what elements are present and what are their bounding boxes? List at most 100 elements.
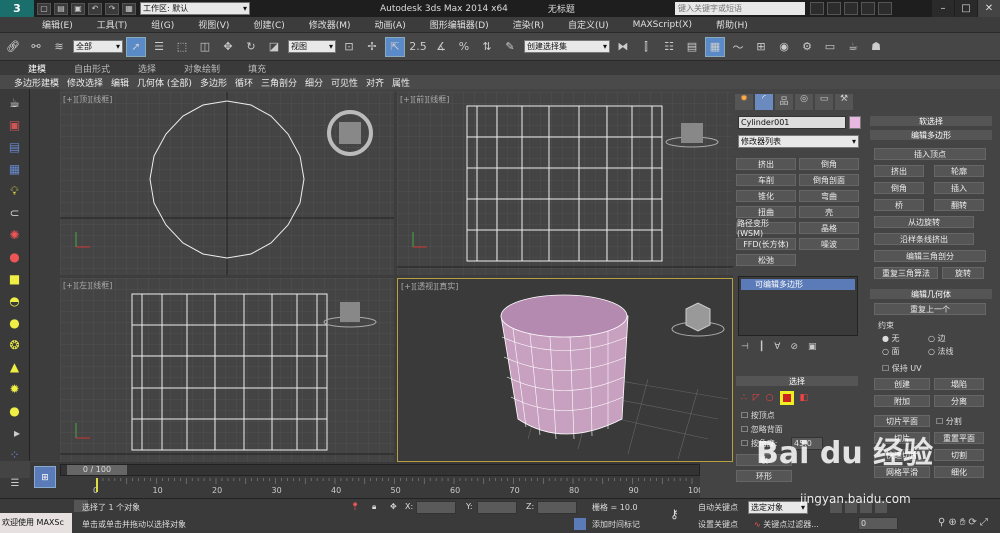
grid-panel-icon[interactable]: ▦ <box>6 161 24 177</box>
viewport-top[interactable]: [+][顶][线框] <box>60 92 394 275</box>
percent-snap-icon[interactable]: % <box>454 37 474 57</box>
modify-tab-icon[interactable]: ◜ <box>755 94 773 110</box>
mod-extrude-button[interactable]: 挤出 <box>736 158 796 170</box>
lock-icon[interactable]: 🔒︎ <box>372 502 376 512</box>
outline-button[interactable]: 轮廓 <box>934 165 984 177</box>
edit-polygons-header[interactable]: 编辑多边形 <box>870 130 992 140</box>
menu-help[interactable]: 帮助(H) <box>704 18 760 31</box>
geosphere-icon[interactable]: ✹ <box>6 381 24 397</box>
named-selection-dropdown[interactable]: 创建选择集 <box>524 40 610 53</box>
ribbon-loops[interactable]: 循环 <box>231 76 257 89</box>
menu-modifiers[interactable]: 修改器(M) <box>297 18 363 31</box>
window-crossing-icon[interactable]: ◫ <box>195 37 215 57</box>
minimize-icon[interactable]: – <box>932 0 954 17</box>
help-icon[interactable] <box>878 2 892 15</box>
make-unique-icon[interactable]: ∀ <box>774 342 780 354</box>
mod-bevel-profile-button[interactable]: 倒角剖面 <box>799 174 859 186</box>
cone-icon[interactable]: ▲ <box>6 359 24 375</box>
retriangulate-button[interactable]: 重复三角算法 <box>874 267 938 279</box>
save-icon[interactable]: ▣ <box>71 2 85 15</box>
mod-shell-button[interactable]: 壳 <box>799 206 859 218</box>
mod-noise-button[interactable]: 噪波 <box>799 238 859 250</box>
turn-button[interactable]: 旋转 <box>942 267 984 279</box>
key-mode-dropdown[interactable]: 选定对象 <box>748 501 808 514</box>
ribbon-edit[interactable]: 编辑 <box>107 76 133 89</box>
ribbon-tab-populate[interactable]: 填充 <box>234 62 280 75</box>
utilities-tab-icon[interactable]: ⚒ <box>835 94 853 110</box>
ribbon-tab-modeling[interactable]: 建模 <box>14 62 60 75</box>
mod-taper-button[interactable]: 锥化 <box>736 190 796 202</box>
ribbon-visibility[interactable]: 可见性 <box>327 76 362 89</box>
edit-geometry-header[interactable]: 编辑几何体 <box>870 289 992 299</box>
sphere-red-icon[interactable]: ● <box>6 249 24 265</box>
favorites-icon[interactable] <box>861 2 875 15</box>
zoom-icon[interactable]: ⚲ <box>938 517 945 528</box>
stack-item-editable-poly[interactable]: 可编辑多边形 <box>741 279 855 290</box>
ribbon-tab-selection[interactable]: 选择 <box>124 62 170 75</box>
sphere-yellow-icon[interactable]: ● <box>6 315 24 331</box>
ribbon-tab-freeform[interactable]: 自由形式 <box>60 62 124 75</box>
box-yellow-icon[interactable]: ■ <box>6 271 24 287</box>
menu-animation[interactable]: 动画(A) <box>363 18 418 31</box>
select-manipulate-icon[interactable]: ⇱ <box>385 36 405 57</box>
align-icon[interactable]: ⫿ <box>636 37 656 57</box>
ref-coord-dropdown[interactable]: 视图 <box>288 40 336 53</box>
viewcube-persp[interactable] <box>671 302 725 337</box>
curve-editor-icon[interactable]: 〜 <box>728 37 748 57</box>
maxscript-listener[interactable]: 欢迎使用 MAXSc <box>0 513 72 533</box>
polygon-mode-icon[interactable] <box>779 391 794 405</box>
disc-icon[interactable]: ● <box>6 403 24 419</box>
menu-edit[interactable]: 编辑(E) <box>30 18 85 31</box>
transform-type-icon[interactable]: ✥ <box>390 502 397 511</box>
mod-twist-button[interactable]: 扭曲 <box>736 206 796 218</box>
menu-views[interactable]: 视图(V) <box>186 18 241 31</box>
scale-icon[interactable]: ◪ <box>264 37 284 57</box>
spinner-snap-icon[interactable]: ⇅ <box>477 37 497 57</box>
selection-rollout-header[interactable]: 选择 <box>736 376 858 386</box>
link-icon[interactable]: 🔗︎ <box>3 37 23 57</box>
menu-graph-editors[interactable]: 图形编辑器(D) <box>418 18 501 31</box>
maximize-icon[interactable]: □ <box>955 0 977 17</box>
ribbon-poly-modeling[interactable]: 多边形建模 <box>10 76 63 89</box>
search-icon[interactable] <box>810 2 824 15</box>
modifier-list-dropdown[interactable]: 修改器列表 <box>738 135 859 148</box>
workspace-dropdown[interactable]: 工作区: 默认 <box>140 2 250 15</box>
isolate-icon[interactable]: 📍︎ <box>350 502 360 511</box>
inset-button[interactable]: 插入 <box>934 182 984 194</box>
mod-lathe-button[interactable]: 车削 <box>736 174 796 186</box>
timeline-ruler[interactable]: 0102030405060708090100 <box>60 478 700 498</box>
create-button[interactable]: 创建 <box>874 378 930 390</box>
render-icon[interactable]: ☕︎ <box>843 37 863 57</box>
element-mode-icon[interactable]: ◧ <box>800 393 809 403</box>
snap-toggle-icon[interactable]: 2.5 <box>408 37 428 57</box>
repeat-last-button[interactable]: 重复上一个 <box>874 303 986 315</box>
expand-arrow-icon[interactable]: ▸ <box>8 425 26 441</box>
rect-selection-icon[interactable]: ⬚ <box>172 37 192 57</box>
viewport-top-label[interactable]: [+][顶][线框] <box>63 94 112 105</box>
insert-vertex-button[interactable]: 插入顶点 <box>874 148 986 160</box>
edit-named-sel-icon[interactable]: ✎ <box>500 37 520 57</box>
schematic-icon[interactable]: ⊞ <box>751 37 771 57</box>
time-slider[interactable]: 0 / 100 <box>67 465 127 475</box>
scatter-icon[interactable]: ⁘ <box>6 447 24 463</box>
ribbon-geometry-all[interactable]: 几何体 (全部) <box>133 76 196 89</box>
render-production-icon[interactable]: ☗ <box>866 37 886 57</box>
light-icon[interactable]: 💡︎ <box>6 183 24 199</box>
menu-group[interactable]: 组(G) <box>139 18 186 31</box>
display-tab-icon[interactable]: ▭ <box>815 94 833 110</box>
bridge-button[interactable]: 桥 <box>874 199 924 211</box>
time-tag-icon[interactable] <box>574 518 586 530</box>
ribbon-triangulation[interactable]: 三角剖分 <box>257 76 301 89</box>
extrude-spline-button[interactable]: 沿样条线挤出 <box>874 233 974 245</box>
scene-explorer-icon[interactable]: ▦ <box>705 36 725 57</box>
set-key-button[interactable]: 设置关键点 <box>698 519 738 530</box>
mirror-icon[interactable]: ⧓ <box>613 37 633 57</box>
current-frame-input[interactable]: 0 <box>858 517 898 530</box>
redo-icon[interactable]: ↷ <box>105 2 119 15</box>
viewport-perspective[interactable]: [+][透视][真实] <box>397 278 733 462</box>
open-file-icon[interactable]: ▤ <box>54 2 68 15</box>
subscription-icon[interactable] <box>827 2 841 15</box>
ribbon-properties[interactable]: 属性 <box>388 76 414 89</box>
viewport-persp-label[interactable]: [+][透视][真实] <box>401 281 458 292</box>
time-slider-track[interactable]: 0 / 100 <box>60 464 700 476</box>
